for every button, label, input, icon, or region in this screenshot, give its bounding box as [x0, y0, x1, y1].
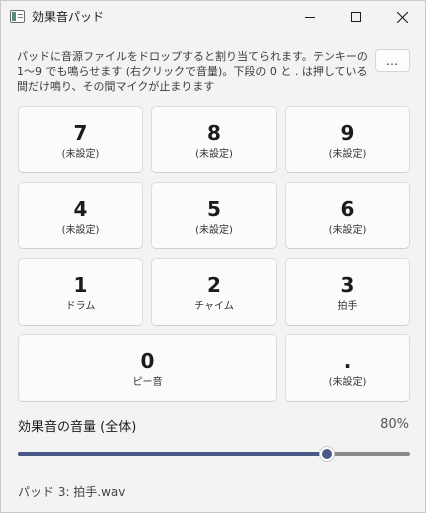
window-title: 効果音パッド — [32, 10, 105, 24]
pad-dot[interactable]: . (未設定) — [285, 334, 410, 402]
maximize-icon — [351, 12, 361, 22]
app-icon — [10, 10, 25, 23]
volume-value: 80% — [380, 417, 409, 432]
pad-8[interactable]: 8 (未設定) — [151, 106, 277, 173]
close-button[interactable] — [379, 1, 425, 33]
pad-label: (未設定) — [195, 149, 233, 160]
pad-key: 3 — [340, 273, 355, 297]
pad-label: ピー音 — [132, 377, 163, 388]
maximize-button[interactable] — [333, 1, 379, 33]
pad-3[interactable]: 3 拍手 — [285, 258, 410, 326]
pad-5[interactable]: 5 (未設定) — [151, 182, 277, 249]
pad-1[interactable]: 1 ドラム — [18, 258, 143, 326]
pad-7[interactable]: 7 (未設定) — [18, 106, 143, 173]
slider-thumb[interactable] — [318, 446, 335, 462]
pad-label: (未設定) — [328, 225, 367, 236]
pad-9[interactable]: 9 (未設定) — [285, 106, 410, 173]
pad-key: 0 — [140, 349, 155, 373]
pad-key: 5 — [207, 197, 221, 221]
status-text: パッド 3: 拍手.wav — [18, 485, 126, 499]
minimize-button[interactable] — [287, 1, 333, 33]
pad-label: (未設定) — [61, 225, 100, 236]
pad-label: (未設定) — [328, 149, 367, 160]
pad-4[interactable]: 4 (未設定) — [18, 182, 143, 249]
volume-slider[interactable] — [18, 444, 410, 464]
pad-key: 4 — [73, 197, 88, 221]
pad-key: . — [343, 349, 352, 373]
slider-fill — [18, 452, 327, 456]
pad-key: 9 — [340, 121, 355, 145]
pad-key: 7 — [73, 121, 88, 145]
pad-key: 2 — [207, 273, 221, 297]
pad-label: チャイム — [194, 301, 234, 312]
pad-key: 6 — [340, 197, 355, 221]
pad-label: 拍手 — [337, 301, 358, 312]
pad-label: (未設定) — [61, 149, 100, 160]
more-options-button[interactable]: … — [375, 49, 410, 72]
pad-label: ドラム — [65, 301, 96, 312]
pad-2[interactable]: 2 チャイム — [151, 258, 277, 326]
pad-label: (未設定) — [328, 377, 367, 388]
pad-0[interactable]: 0 ピー音 — [18, 334, 277, 402]
close-icon — [396, 11, 408, 23]
title-bar[interactable]: 効果音パッド — [1, 1, 425, 33]
pad-6[interactable]: 6 (未設定) — [285, 182, 410, 249]
instructions-text: パッドに音源ファイルをドロップすると割り当てられます。テンキーの 1〜9 でも鳴… — [17, 50, 368, 93]
volume-label: 効果音の音量 (全体) — [18, 420, 137, 435]
pad-key: 8 — [207, 121, 221, 145]
minimize-icon — [305, 17, 315, 18]
app-window: 効果音パッド パッドに音源ファイルをドロップすると割り当てられます。テンキーの … — [0, 0, 426, 513]
pad-key: 1 — [73, 273, 88, 297]
pad-label: (未設定) — [195, 225, 233, 236]
